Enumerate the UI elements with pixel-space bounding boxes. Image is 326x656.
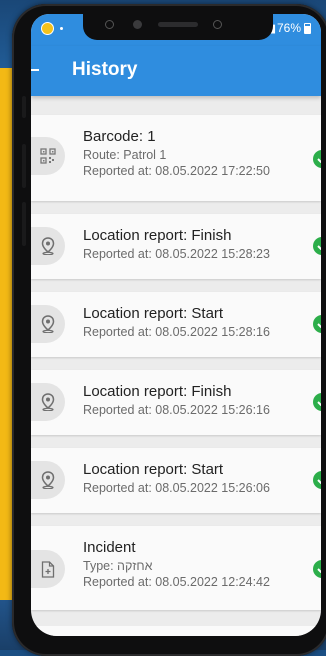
history-item[interactable]: Incident Type: אחזקה Reported at: 08.05.… xyxy=(31,526,321,610)
check-circle-icon xyxy=(313,237,321,255)
location-pin-icon xyxy=(31,383,65,421)
location-pin-icon xyxy=(31,461,65,499)
camera-notch xyxy=(83,14,273,40)
item-title: Incident xyxy=(83,539,136,556)
item-route: Route: Patrol 1 xyxy=(83,148,167,162)
document-add-icon xyxy=(31,550,65,588)
item-timestamp: Reported at: 08.05.2022 15:26:06 xyxy=(83,481,270,495)
item-timestamp: Reported at: 08.05.2022 15:28:23 xyxy=(83,247,270,261)
location-pin-icon xyxy=(31,227,65,265)
camera-icon xyxy=(133,20,142,29)
history-item[interactable]: Location report: Finish Reported at: 08.… xyxy=(31,214,321,279)
back-arrow-icon[interactable] xyxy=(31,58,47,82)
item-timestamp: Reported at: 08.05.2022 17:22:50 xyxy=(83,164,270,178)
phone-side-button xyxy=(22,96,26,118)
page-title: History xyxy=(72,59,138,80)
item-timestamp: Reported at: 08.05.2022 15:28:16 xyxy=(83,325,270,339)
history-item[interactable]: Location report: Finish Reported at: 08.… xyxy=(31,370,321,435)
sensor-icon xyxy=(213,20,222,29)
app-bar: History xyxy=(31,46,321,96)
item-type: Type: אחזקה xyxy=(83,559,153,573)
notification-dot-icon xyxy=(60,27,63,30)
item-timestamp: Reported at: 08.05.2022 15:26:16 xyxy=(83,403,270,417)
phone-screen: ▂▄▆ 76% History xyxy=(31,14,321,636)
check-circle-icon xyxy=(313,560,321,578)
battery-percentage: 76% xyxy=(276,21,301,35)
history-item-partial xyxy=(31,626,321,636)
history-list: Barcode: 1 Route: Patrol 1 Reported at: … xyxy=(31,115,321,623)
item-title: Location report: Finish xyxy=(83,383,232,400)
history-item[interactable]: Location report: Start Reported at: 08.0… xyxy=(31,448,321,513)
sensor-icon xyxy=(105,20,114,29)
battery-icon xyxy=(304,22,311,34)
location-pin-icon xyxy=(31,305,65,343)
item-title: Location report: Finish xyxy=(83,227,232,244)
notification-avatar-icon xyxy=(41,22,54,35)
phone-volume-down-button xyxy=(22,202,26,246)
item-title: Location report: Start xyxy=(83,461,224,478)
check-circle-icon xyxy=(313,393,321,411)
speaker-grille xyxy=(158,22,198,27)
check-circle-icon xyxy=(313,471,321,489)
check-circle-icon xyxy=(313,150,321,168)
history-item[interactable]: Barcode: 1 Route: Patrol 1 Reported at: … xyxy=(31,115,321,201)
phone-volume-up-button xyxy=(22,144,26,188)
check-circle-icon xyxy=(313,315,321,333)
item-title: Barcode: 1 xyxy=(83,128,156,145)
history-item[interactable]: Location report: Start Reported at: 08.0… xyxy=(31,292,321,357)
item-timestamp: Reported at: 08.05.2022 12:24:42 xyxy=(83,575,270,589)
item-title: Location report: Start xyxy=(83,305,224,322)
qr-code-icon xyxy=(31,137,65,175)
